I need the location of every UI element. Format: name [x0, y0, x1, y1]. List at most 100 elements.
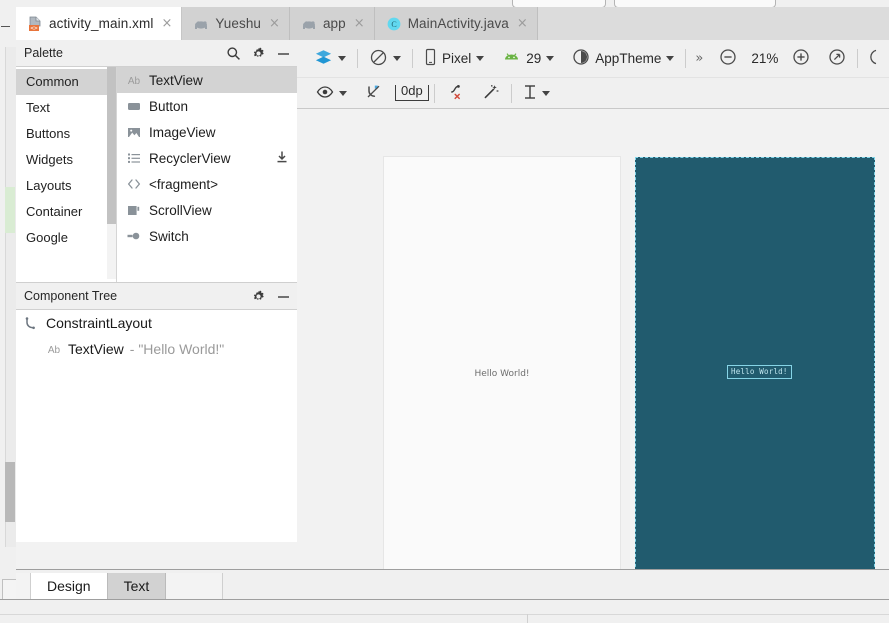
palette-category-scroll-thumb[interactable]	[107, 67, 116, 224]
tab-text[interactable]: Text	[107, 573, 167, 600]
palette-category-layouts[interactable]: Layouts	[16, 173, 116, 199]
toolbar-separator	[357, 49, 358, 68]
palette-item-switch[interactable]: Switch	[117, 223, 297, 249]
toolbar-separator	[685, 49, 687, 68]
toolbar-overflow-cut[interactable]	[860, 48, 886, 69]
palette-item-imageview[interactable]: ImageView	[117, 119, 297, 145]
guidelines-button[interactable]	[514, 83, 559, 104]
editor-tab-label: app	[322, 16, 346, 31]
left-tool-panel: Palette Common Text Buttons Widgets Layo…	[16, 40, 298, 569]
palette-item-recyclerview[interactable]: RecyclerView	[117, 145, 297, 171]
close-icon[interactable]: ×	[269, 17, 280, 30]
editor-left-gutter	[0, 7, 17, 622]
gear-icon[interactable]	[251, 289, 266, 304]
palette-item-fragment[interactable]: <fragment>	[117, 171, 297, 197]
design-surface-mode-button[interactable]	[305, 49, 355, 69]
close-icon[interactable]: ×	[161, 17, 172, 30]
tree-node-label: ConstraintLayout	[46, 315, 152, 331]
zoom-to-fit-button[interactable]	[819, 48, 855, 69]
remove-constraints-button[interactable]	[437, 83, 473, 104]
gutter-scroll-thumb[interactable]	[5, 462, 15, 522]
close-icon[interactable]: ×	[517, 17, 528, 30]
gear-icon[interactable]	[251, 46, 266, 61]
tree-node-detail: - "Hello World!"	[129, 341, 225, 357]
component-tree-body: ConstraintLayout Ab TextView - "Hello Wo…	[16, 310, 297, 542]
blueprint-selected-textview[interactable]: Hello World!	[727, 365, 792, 379]
tree-node-textview[interactable]: Ab TextView - "Hello World!"	[16, 336, 297, 362]
palette-category-scrollbar[interactable]	[107, 67, 116, 279]
status-bar	[0, 599, 889, 623]
minimize-icon[interactable]	[276, 289, 291, 304]
java-class-icon: C	[386, 16, 402, 32]
button-icon	[126, 98, 142, 114]
eye-icon	[316, 85, 334, 102]
layers-icon	[314, 49, 333, 69]
rotate-icon	[369, 48, 388, 70]
design-toolbar-secondary: 0dp	[297, 78, 889, 109]
gutter-change-marker	[5, 187, 15, 233]
chevron-double-right-icon[interactable]: »	[688, 51, 710, 66]
zoom-in-icon	[792, 48, 810, 69]
editor-tab-label: MainActivity.java	[407, 16, 509, 31]
chevron-down-icon	[339, 90, 347, 96]
device-selector[interactable]: Pixel	[415, 48, 493, 69]
search-icon[interactable]	[226, 46, 241, 61]
chevron-down-icon	[338, 56, 346, 61]
device-label: Pixel	[442, 51, 472, 66]
palette-category-google[interactable]: Google	[16, 225, 116, 251]
design-preview-pane[interactable]: Hello World!	[384, 157, 620, 570]
tree-node-label: TextView	[68, 341, 124, 357]
palette-category-widgets[interactable]: Widgets	[16, 147, 116, 173]
blueprint-preview-pane[interactable]: Hello World!	[635, 157, 875, 570]
minimize-icon[interactable]	[276, 46, 291, 61]
svg-text:<>: <>	[30, 25, 38, 32]
infer-constraints-button[interactable]	[473, 83, 509, 104]
editor-tab-app[interactable]: app ×	[289, 7, 375, 40]
tab-design[interactable]: Design	[31, 573, 108, 600]
palette-category-containers[interactable]: Container	[16, 199, 116, 225]
zoom-out-button[interactable]	[710, 48, 746, 69]
palette-category-buttons[interactable]: Buttons	[16, 121, 116, 147]
palette-category-common[interactable]: Common	[16, 69, 116, 95]
status-bar-divider	[0, 614, 889, 615]
palette-category-text[interactable]: Text	[16, 95, 116, 121]
palette-item-label: Switch	[149, 228, 189, 244]
orientation-button[interactable]	[360, 48, 410, 70]
palette-item-textview[interactable]: Ab TextView	[117, 67, 297, 93]
zoom-level-label: 21%	[751, 51, 779, 66]
palette-header: Palette	[16, 40, 297, 67]
palette-item-button[interactable]: Button	[117, 93, 297, 119]
default-margin-value: 0dp	[401, 83, 423, 98]
view-options-button[interactable]	[307, 85, 356, 102]
api-level-selector[interactable]: 29	[493, 51, 563, 67]
palette-item-label: ScrollView	[149, 202, 212, 218]
palette-item-label: ImageView	[149, 124, 216, 140]
editor-tab-yueshu[interactable]: Yueshu ×	[182, 7, 290, 40]
palette-title: Palette	[24, 46, 63, 60]
editor-tab-mainactivity-java[interactable]: C MainActivity.java ×	[374, 7, 538, 40]
palette-item-label: Button	[149, 98, 189, 114]
close-icon[interactable]: ×	[354, 17, 365, 30]
clear-constraints-button[interactable]	[356, 83, 392, 104]
design-canvas[interactable]: Hello World! Hello World!	[297, 109, 889, 570]
editor-tab-activity-main-xml[interactable]: <> activity_main.xml ×	[16, 7, 183, 40]
partial-icon	[869, 48, 877, 69]
tree-node-constraintlayout[interactable]: ConstraintLayout	[16, 310, 297, 336]
fragment-icon	[126, 176, 142, 192]
component-tree-title: Component Tree	[24, 289, 118, 303]
component-tree-header-actions	[251, 283, 291, 309]
design-toolbar-primary: Pixel 29 AppTheme » 21%	[297, 40, 889, 78]
theme-selector[interactable]: AppTheme	[563, 48, 683, 69]
editor-tab-bar: <> activity_main.xml × Yueshu × app × C …	[16, 7, 889, 41]
download-icon[interactable]	[275, 150, 289, 164]
chevron-down-icon	[541, 90, 550, 96]
theme-label: AppTheme	[595, 51, 662, 66]
collapse-icon[interactable]	[1, 26, 10, 27]
toolbar-separator	[510, 83, 512, 103]
default-margin-field[interactable]: 0dp	[395, 83, 429, 101]
palette-item-scrollview[interactable]: ScrollView	[117, 197, 297, 223]
toolbar-separator	[433, 83, 435, 103]
textview-icon: Ab	[46, 341, 62, 357]
chevron-down-icon	[476, 56, 485, 61]
zoom-in-button[interactable]	[783, 48, 819, 69]
